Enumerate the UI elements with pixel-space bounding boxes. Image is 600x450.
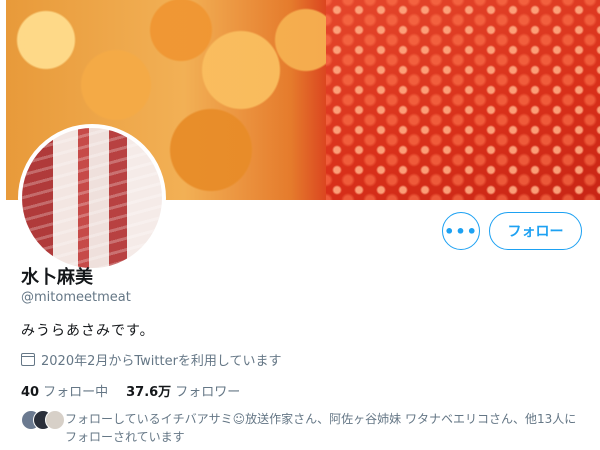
following-count: 40: [21, 385, 40, 400]
profile-stats: 40 フォロー中 37.6万 フォロワー: [21, 381, 240, 400]
avatar: [45, 410, 65, 430]
calendar-icon: [21, 353, 35, 366]
profile-avatar[interactable]: [18, 124, 166, 272]
following-label: フォロー中: [43, 385, 109, 400]
followed-by-text: フォローしているイチバアサミ☺放送作家さん、阿佐ヶ谷姉妹 ワタナベエリコさん、他…: [65, 412, 577, 444]
followers-link[interactable]: 37.6万 フォロワー: [126, 381, 240, 400]
followed-by-avatars: [21, 410, 65, 430]
profile-name: 水卜麻美: [21, 267, 93, 288]
avatar-image: [22, 128, 162, 268]
joined-date: 2020年2月からTwitterを利用しています: [21, 350, 282, 369]
banner-roe-region: [326, 0, 600, 200]
profile-bio: みうらあさみです。: [21, 323, 155, 339]
followers-label: フォロワー: [175, 385, 241, 400]
following-link[interactable]: 40 フォロー中: [21, 381, 108, 400]
more-options-button[interactable]: •••: [442, 212, 480, 250]
followers-count: 37.6万: [126, 385, 172, 400]
follow-button[interactable]: フォロー: [489, 212, 582, 250]
joined-text: 2020年2月からTwitterを利用しています: [41, 354, 282, 369]
followed-by-section[interactable]: フォローしているイチバアサミ☺放送作家さん、阿佐ヶ谷姉妹 ワタナベエリコさん、他…: [21, 410, 586, 446]
profile-handle: @mitomeetmeat: [21, 290, 131, 305]
more-icon: •••: [444, 221, 478, 241]
